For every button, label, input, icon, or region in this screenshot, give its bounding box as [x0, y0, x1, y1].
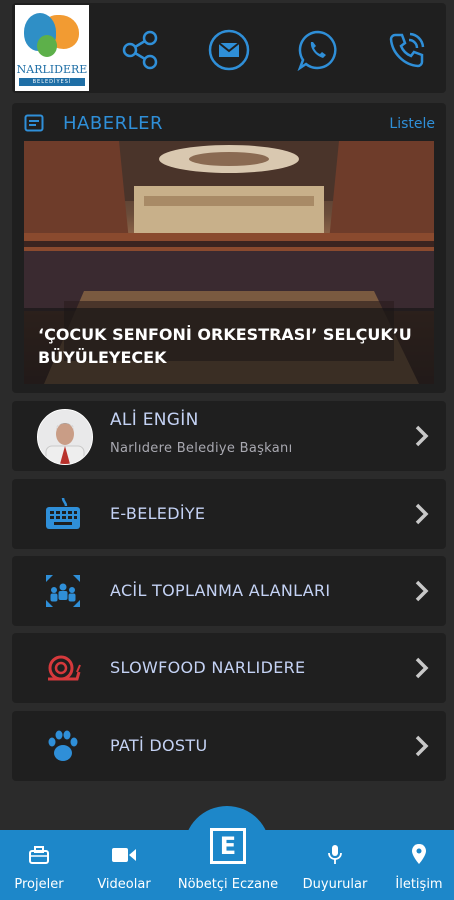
news-headline[interactable]: ‘ÇOCUK SENFONİ ORKESTRASI’ SELÇUK’U BÜYÜ…: [38, 323, 414, 369]
pharmacy-glyph: E: [219, 832, 237, 860]
logo-subtitle: BELEDİYESİ: [19, 78, 85, 86]
logo-leaf-shape: [37, 35, 57, 57]
video-icon: [112, 848, 136, 862]
paw-icon: [48, 730, 78, 761]
news-caption: ‘ÇOCUK SENFONİ ORKESTRASI’ SELÇUK’U BÜYÜ…: [24, 308, 434, 384]
menu-item-title: SLOWFOOD NARLIDERE: [110, 658, 306, 677]
menu-item-subtitle: Narlıdere Belediye Başkanı: [110, 441, 293, 456]
nav-projeler[interactable]: Projeler: [0, 830, 78, 900]
whatsapp-icon[interactable]: [297, 29, 339, 71]
nav-label: Videolar: [97, 877, 151, 892]
chevron-right-icon: [415, 425, 429, 447]
menu-item-pati-dostu[interactable]: PATİ DOSTU: [12, 711, 446, 781]
news-list-link[interactable]: Listele: [389, 116, 435, 132]
menu-item-assembly-areas[interactable]: ACİL TOPLANMA ALANLARI: [12, 556, 446, 626]
menu-item-title: PATİ DOSTU: [110, 736, 208, 755]
briefcase-icon: [29, 846, 49, 864]
menu-item-slowfood[interactable]: SLOWFOOD NARLIDERE: [12, 633, 446, 703]
chevron-right-icon: [415, 735, 429, 757]
menu-item-title: ACİL TOPLANMA ALANLARI: [110, 581, 331, 600]
chevron-right-icon: [415, 503, 429, 525]
pharmacy-icon: E: [210, 828, 246, 864]
snail-icon: [48, 655, 81, 681]
share-icon[interactable]: [120, 29, 162, 71]
municipality-logo[interactable]: NARLIDERE BELEDİYESİ: [15, 5, 89, 91]
news-card: HABERLER Listele ‘ÇOCUK SENFONİ ORKESTRA…: [12, 103, 446, 393]
menu-item-title: E-BELEDİYE: [110, 504, 206, 523]
mail-icon[interactable]: [208, 29, 250, 71]
menu-item-title: ALİ ENGİN: [110, 410, 199, 430]
nav-duyurular[interactable]: Duyurular: [298, 830, 372, 900]
assembly-icon: [46, 575, 80, 607]
phone-icon[interactable]: [386, 29, 428, 71]
nav-label: Duyurular: [302, 877, 368, 892]
nav-nobetci-eczane[interactable]: E Nöbetçi Eczane: [170, 828, 286, 900]
chevron-right-icon: [415, 657, 429, 679]
keyboard-icon: [46, 497, 80, 529]
logo-name: NARLIDERE: [16, 63, 88, 76]
top-bar: NARLIDERE BELEDİYESİ: [12, 3, 446, 93]
menu-item-e-belediye[interactable]: E-BELEDİYE: [12, 479, 446, 549]
nav-label: Projeler: [14, 877, 64, 892]
nav-videolar[interactable]: Videolar: [86, 830, 162, 900]
menu-item-mayor[interactable]: ALİ ENGİN Narlıdere Belediye Başkanı: [12, 401, 446, 471]
location-icon: [412, 844, 426, 864]
nav-label: İletişim: [395, 877, 443, 892]
avatar: [37, 409, 93, 465]
nav-label: Nöbetçi Eczane: [177, 877, 279, 892]
news-image[interactable]: ‘ÇOCUK SENFONİ ORKESTRASI’ SELÇUK’U BÜYÜ…: [24, 141, 434, 384]
news-header: HABERLER Listele: [12, 103, 446, 143]
nav-iletisim[interactable]: İletişim: [384, 830, 454, 900]
chevron-right-icon: [415, 580, 429, 602]
news-title: HABERLER: [63, 113, 163, 134]
microphone-icon: [328, 845, 342, 864]
news-icon: [24, 114, 44, 132]
